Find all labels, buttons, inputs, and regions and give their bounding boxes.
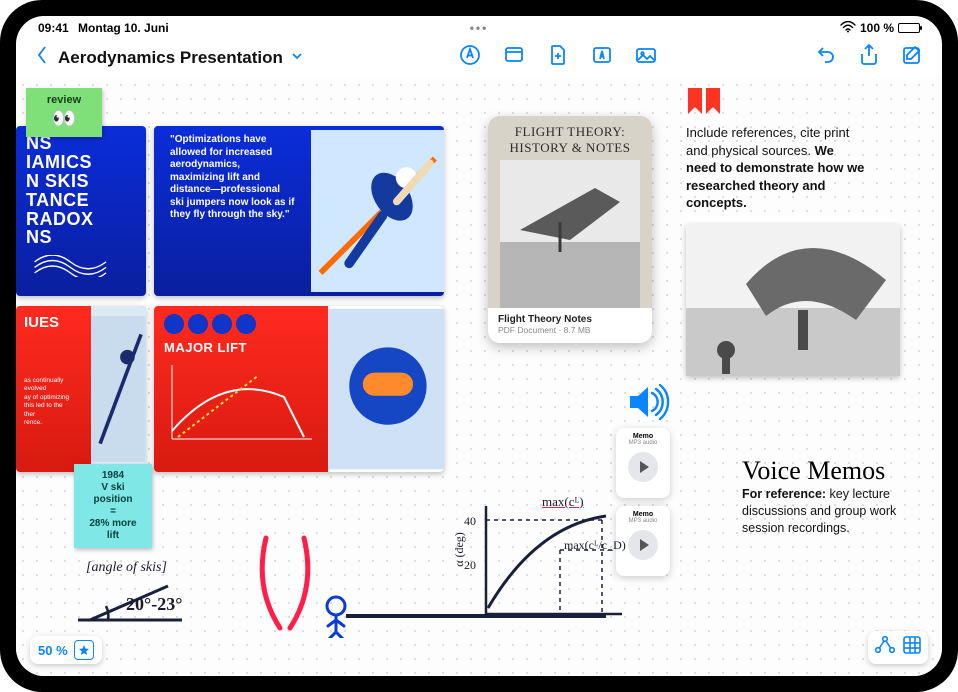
back-button[interactable] — [34, 45, 50, 70]
play-button[interactable] — [628, 530, 658, 560]
battery-icon — [898, 23, 920, 33]
app-toolbar: Aerodynamics Presentation — [16, 38, 942, 78]
undo-button[interactable] — [814, 43, 838, 72]
lilienthal-photo-illustration — [686, 224, 900, 376]
slide-red-major-lift[interactable]: MAJOR LIFT — [154, 306, 444, 472]
wifi-icon — [840, 21, 856, 36]
sticky-note-review[interactable]: review 👀 — [26, 88, 102, 137]
sticky-line: = — [82, 506, 144, 518]
play-button[interactable] — [628, 452, 658, 482]
status-battery-text: 100 % — [860, 21, 894, 35]
hand-angle-value: 20°-23° — [126, 594, 182, 615]
sticky-note-button[interactable] — [502, 43, 526, 72]
sticky-text: review — [34, 94, 94, 107]
slide-body-text: as continually evolved ay of optimizing … — [24, 377, 83, 428]
slide-quote-text: "Optimizations have allowed for increase… — [154, 126, 311, 230]
markup-tool-button[interactable] — [458, 43, 482, 72]
pdf-filename: Flight Theory Notes — [498, 314, 642, 325]
slide-text: IAMICS — [26, 152, 92, 172]
lift-chart-illustration — [164, 361, 314, 447]
bookmark-icon — [686, 88, 722, 123]
status-date: Montag 10. Juni — [78, 21, 169, 35]
favorites-button[interactable] — [74, 640, 94, 660]
graph-annotation: max(cᴸ) — [542, 494, 584, 510]
slide-blue-title[interactable]: NS IAMICS N SKIS TANCE RADOX NS — [16, 126, 146, 296]
compose-button[interactable] — [900, 43, 924, 72]
multitask-dots-icon[interactable]: ••• — [470, 21, 489, 35]
speaker-icon — [628, 384, 670, 425]
board-title[interactable]: Aerodynamics Presentation — [58, 48, 283, 68]
handwriting-angle-label[interactable]: [angle of skis] — [86, 560, 167, 576]
handwritten-title: Voice Memos — [742, 456, 916, 486]
historic-photo[interactable] — [686, 224, 900, 376]
status-bar: 09:41 Montag 10. Juni ••• 100 % — [16, 16, 942, 38]
graph-annotation: max(cᴸ/c_D) — [564, 538, 626, 553]
audio-subtitle: MP3 audio — [629, 440, 658, 446]
glider-photo-illustration — [500, 160, 640, 308]
text-box-button[interactable] — [590, 43, 614, 72]
pdf-cover-subtitle: HISTORY & NOTES — [510, 140, 631, 155]
status-time: 09:41 — [38, 21, 69, 35]
zoom-level[interactable]: 50 % — [38, 643, 68, 658]
eyes-emoji-icon: 👀 — [34, 107, 94, 131]
slide-text: NS — [26, 227, 52, 247]
sticky-line: 1984 — [82, 470, 144, 482]
share-button[interactable] — [858, 43, 880, 72]
audio-title: Memo — [633, 511, 653, 518]
slide-red-techniques[interactable]: IUES as continually evolved ay of optimi… — [16, 306, 146, 472]
pdf-attachment[interactable]: FLIGHT THEORY: HISTORY & NOTES Flight Th… — [488, 116, 652, 343]
text-block-voice-memos[interactable]: Voice Memos For reference: key lecture d… — [742, 456, 916, 537]
slide-text: TANCE — [26, 190, 89, 210]
alpha-graph-sketch[interactable]: 40 20 α (deg) max(cᴸ) max(cᴸ/c_D) — [456, 496, 626, 626]
grid-toggle-button[interactable] — [902, 635, 922, 660]
sticky-line: V ski position — [82, 482, 144, 506]
slide-heading: IUES — [24, 314, 83, 331]
add-file-button[interactable] — [546, 43, 570, 72]
hand-text: [angle of skis] — [86, 560, 167, 576]
slide-text: RADOX — [26, 209, 94, 229]
freeform-canvas[interactable]: NS IAMICS N SKIS TANCE RADOX NS "Optimiz… — [16, 78, 942, 676]
slide-heading: MAJOR LIFT — [164, 340, 318, 355]
add-media-button[interactable] — [634, 43, 658, 72]
ski-jumper-illustration — [311, 126, 444, 296]
audio-title: Memo — [633, 433, 653, 440]
skier-photo-illustration — [91, 306, 146, 472]
graph-tick: 40 — [464, 514, 476, 529]
pdf-filesize: 8.7 MB — [564, 325, 591, 335]
skier-goggles-illustration — [328, 306, 444, 472]
navigator-button[interactable] — [874, 635, 896, 660]
sticky-note-vski[interactable]: 1984 V ski position = 28% more lift — [74, 464, 152, 548]
text-block-references[interactable]: Include references, cite print and physi… — [686, 124, 866, 212]
pdf-cover-title: FLIGHT THEORY: — [515, 124, 625, 139]
chevron-down-icon[interactable] — [291, 49, 303, 67]
slide-text: N SKIS — [26, 171, 89, 191]
audio-subtitle: MP3 audio — [629, 518, 658, 524]
zoom-control[interactable]: 50 % — [30, 636, 102, 664]
sticky-line: 28% more lift — [82, 518, 144, 542]
wave-diagram-icon — [16, 255, 126, 287]
slide-blue-quote[interactable]: "Optimizations have allowed for increase… — [154, 126, 444, 296]
graph-ylabel: α (deg) — [452, 532, 467, 567]
text-bold: For reference: — [742, 487, 826, 501]
audio-memo-1[interactable]: Memo MP3 audio — [616, 428, 670, 498]
pdf-filetype: PDF Document — [498, 325, 556, 335]
